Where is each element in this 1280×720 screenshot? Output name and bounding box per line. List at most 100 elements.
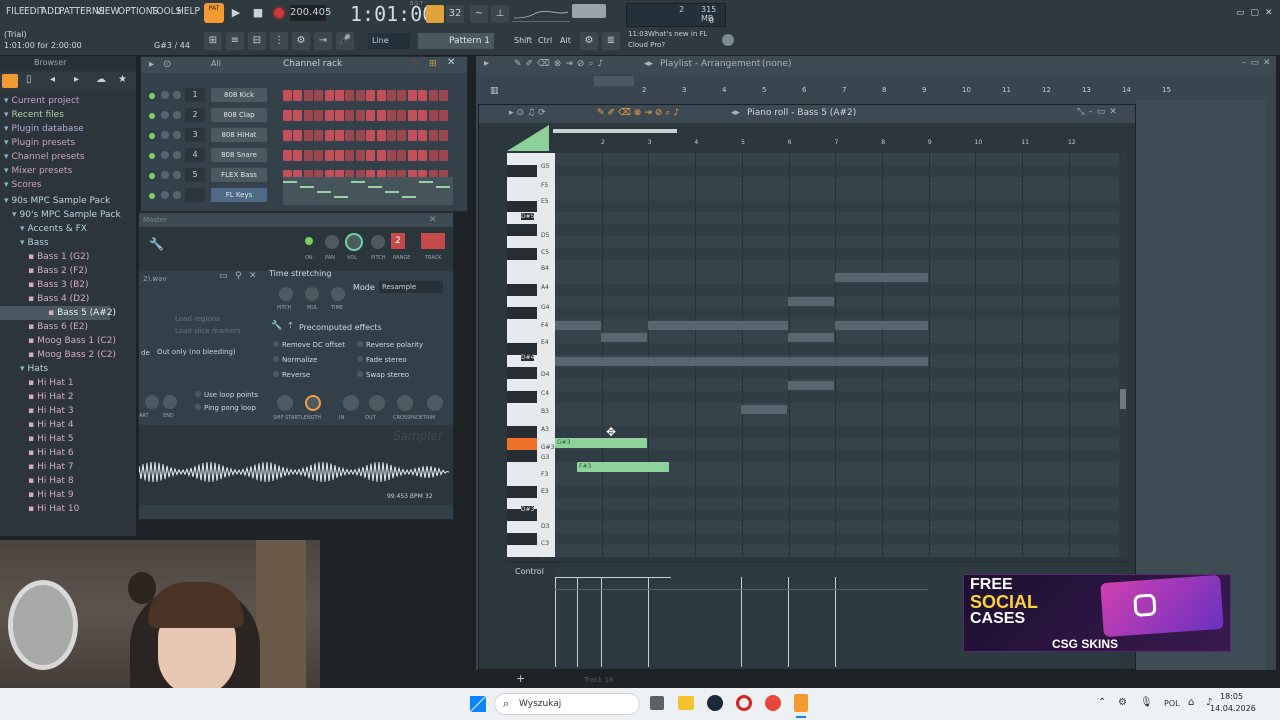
mic-icon[interactable]: 🎤 [336,32,354,50]
step-pad[interactable] [439,90,448,101]
browser-forward-icon[interactable]: ▸ [74,74,79,85]
channel-pan-knob[interactable] [161,131,169,139]
step-pad[interactable] [366,150,376,161]
sampler-knob[interactable] [277,395,293,411]
step-pad[interactable] [283,110,292,121]
channel-pan-knob[interactable] [161,171,169,179]
search-box[interactable]: ⌕ Wyszukaj [494,693,640,715]
ghost-note[interactable] [788,297,834,306]
ghost-note[interactable] [788,381,834,390]
step-pad[interactable] [314,150,324,161]
range-value[interactable]: 2 [391,233,405,249]
fl-studio-icon[interactable] [794,694,808,712]
step-pad[interactable] [439,110,448,121]
step-pad[interactable] [407,130,417,141]
piano-keyboard[interactable]: G5 F5 E5 D#5 D5 C5 B4 A4 G4 F4 E4 D#4 D4 C4 B3 A3 G#3 G3 F… [507,153,555,564]
playlist-scroll[interactable] [594,76,634,86]
browser-item[interactable]: ▪ Hi Hat 8 [0,474,74,488]
channel-number[interactable]: 2 [185,108,205,122]
step-pad[interactable] [397,150,407,161]
step-pad[interactable] [439,150,448,161]
window-controls[interactable]: ▭▢✕ [1236,8,1276,18]
menu-view[interactable]: VIEW [96,4,119,20]
file-explorer-icon[interactable] [678,696,694,710]
ad-banner[interactable]: FREE SOCIAL CASES CSG SKINS [963,574,1231,652]
news-close-icon[interactable] [722,34,734,46]
highlighted-key[interactable] [507,438,537,451]
velocity-bar[interactable] [648,577,649,667]
browser-item[interactable]: ▪ Bass 5 (A#2) [0,306,116,320]
browser-item[interactable]: ▾ Plugin database [0,122,84,136]
sampler-knob[interactable] [305,395,321,411]
channel-name-button[interactable]: 808 HiHat [211,128,267,142]
playlist-piano-icon[interactable]: ▥ [490,86,499,96]
step-pad[interactable] [303,150,313,161]
channel-mute-led[interactable] [149,193,155,199]
steam-icon[interactable] [707,695,723,711]
step-pad[interactable] [293,150,303,161]
pattern-select[interactable]: Pattern 1 [418,33,494,49]
step-pad[interactable] [345,130,355,141]
effect-option[interactable]: Reverse [273,371,310,379]
browser-item[interactable]: ▾ Mixer presets [0,164,72,178]
browser-item[interactable]: ▪ Bass 1 (G2) [0,250,89,264]
control-label[interactable]: Control [507,565,555,579]
step-pad[interactable] [335,130,344,141]
step-pad[interactable] [293,90,303,101]
stretch-mode-select[interactable]: Resample [379,281,443,293]
view-channelrack-icon[interactable]: ⊟ [248,32,266,50]
vertical-scrollbar[interactable] [1119,153,1127,557]
ghost-note[interactable] [835,321,928,330]
opera-gx-icon[interactable] [736,695,752,711]
menu-add[interactable]: ADD [41,4,61,20]
language-indicator[interactable]: POL [1164,699,1180,708]
wrench-icon[interactable]: 🔧 [149,237,164,251]
step-pad[interactable] [418,110,428,121]
channel-pan-knob[interactable] [161,111,169,119]
master-volume-slider[interactable] [572,4,606,18]
sampler-close-icon[interactable]: ✕ [429,215,437,225]
black-key[interactable] [507,485,537,498]
step-pad[interactable] [366,110,376,121]
step-pad[interactable] [366,130,376,141]
browser-item[interactable]: ▪ Hi Hat 9 [0,488,74,502]
step-pad[interactable] [439,130,448,141]
black-key[interactable] [507,200,537,213]
view-mixer-icon[interactable]: ⋮ [270,32,288,50]
step-pad[interactable] [303,130,313,141]
use-loop-option[interactable]: Use loop points [195,391,258,399]
ghost-note[interactable] [648,321,788,330]
browser-file-icon[interactable]: ▯ [26,74,32,85]
piano-roll-ruler[interactable]: 2 3 4 5 6 7 8 9 10 11 12 [555,139,1119,151]
channel-number[interactable]: 5 [185,168,205,182]
step-pad[interactable] [283,130,292,141]
step-pad[interactable] [397,130,407,141]
black-key[interactable] [507,283,537,296]
channel-number[interactable]: 3 [185,128,205,142]
channel-mute-led[interactable] [149,113,155,119]
ping-pong-option[interactable]: Ping pong loop [195,404,256,412]
browser-item[interactable]: ▾ Plugin presets [0,136,75,150]
browser-item[interactable]: ▪ Bass 6 (E2) [0,320,88,334]
folder-icon[interactable]: ▭ [219,271,228,281]
tempo-display[interactable]: 200.405 [290,5,331,21]
piano-roll-menu-icons[interactable]: ▸⊙♫⟳ [509,108,549,118]
browser-item[interactable]: ▪ Hi Hat 1 [0,376,74,390]
end-knob[interactable] [163,395,177,409]
note-grid[interactable]: G#3 F#3 [555,153,1119,557]
channel-volume-knob[interactable] [173,91,181,99]
velocity-bar[interactable] [577,577,578,667]
add-track-icon[interactable]: + [516,672,525,685]
load-slice-option[interactable]: Load slice markers [175,327,241,335]
channel-piano-roll-preview[interactable] [283,177,453,205]
channel-mute-led[interactable] [149,173,155,179]
step-pad[interactable] [387,110,396,121]
sampler-knob[interactable] [427,395,443,411]
ctrl-key[interactable]: Ctrl [538,33,556,49]
snap-select[interactable]: Line [368,33,410,49]
step-pad[interactable] [283,90,292,101]
panel-close-icon[interactable]: ✕ [249,271,257,281]
step-pad[interactable] [355,150,365,161]
browser-item[interactable]: ▪ Hi Hat 6 [0,446,74,460]
menu-help[interactable]: HELP [177,4,200,20]
